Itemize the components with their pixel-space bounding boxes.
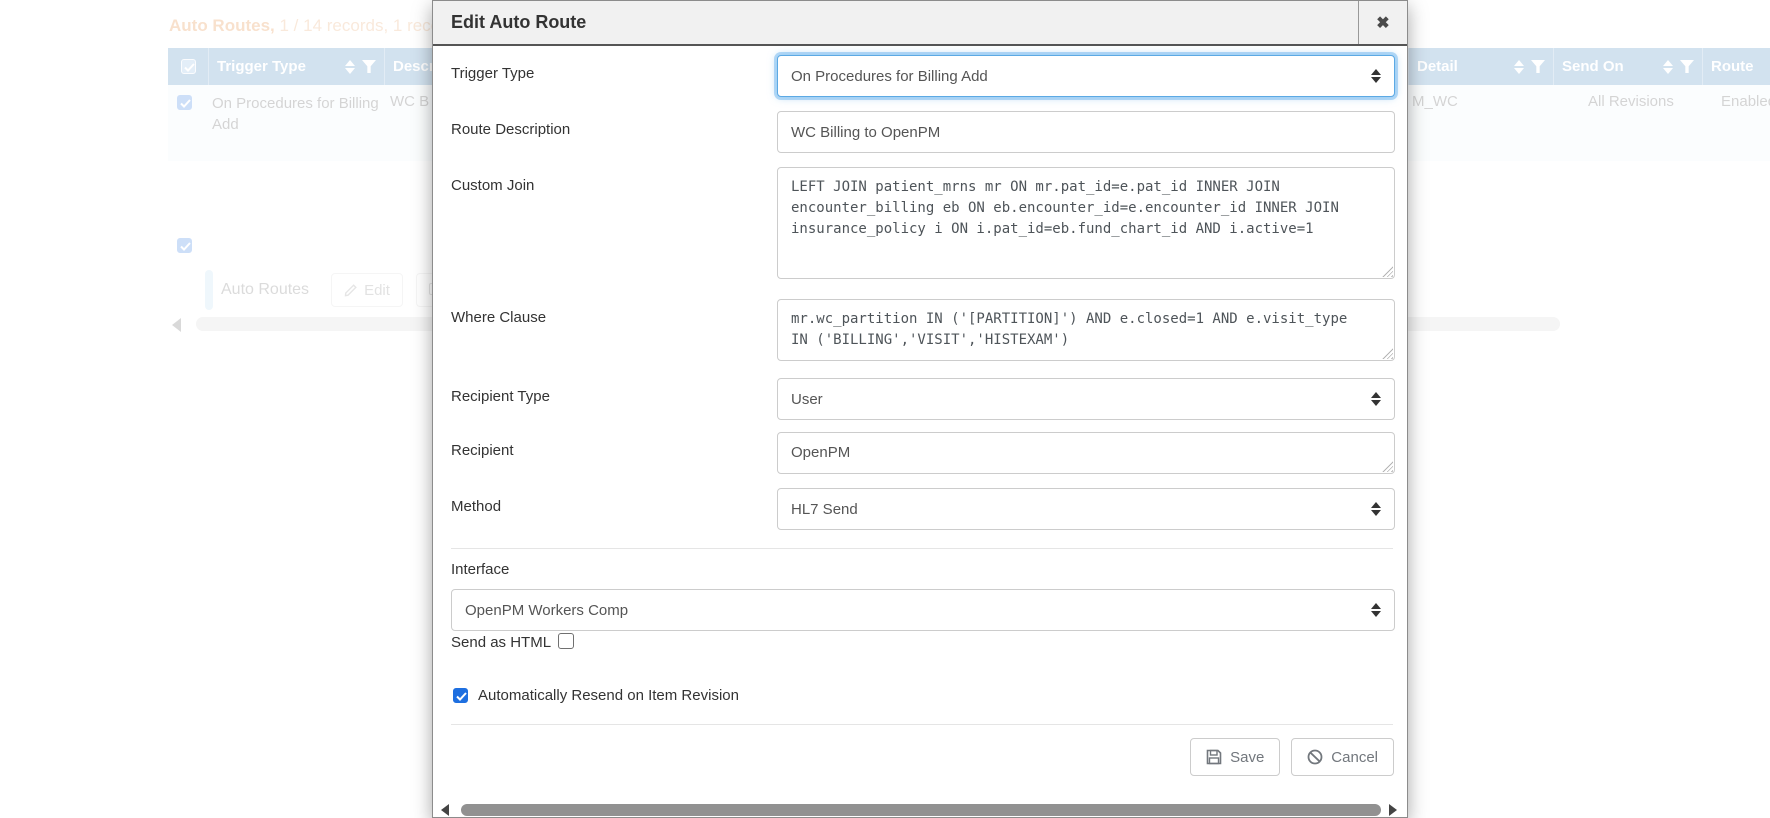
auto-resend-field: Automatically Resend on Item Revision bbox=[453, 687, 739, 704]
cancel-button[interactable]: Cancel bbox=[1291, 738, 1394, 776]
recipient-label: Recipient bbox=[451, 442, 514, 459]
method-value: HL7 Send bbox=[791, 501, 858, 518]
interface-label: Interface bbox=[451, 561, 509, 578]
divider bbox=[451, 548, 1393, 549]
cancel-slash-icon bbox=[1307, 749, 1323, 765]
auto-resend-checkbox[interactable] bbox=[453, 688, 468, 703]
route-description-label: Route Description bbox=[451, 121, 570, 138]
interface-select[interactable]: OpenPM Workers Comp bbox=[451, 589, 1395, 631]
recipient-textarea[interactable]: OpenPM bbox=[777, 432, 1395, 474]
scroll-left-icon[interactable] bbox=[441, 804, 449, 816]
dialog-title: Edit Auto Route bbox=[451, 12, 586, 33]
dialog-actions: Save Cancel bbox=[1190, 738, 1394, 776]
scroll-right-icon[interactable] bbox=[1389, 804, 1397, 816]
save-floppy-icon bbox=[1206, 749, 1222, 765]
close-icon[interactable]: ✖ bbox=[1358, 1, 1407, 44]
divider bbox=[451, 724, 1393, 725]
send-as-html-checkbox[interactable] bbox=[558, 633, 574, 649]
save-button[interactable]: Save bbox=[1190, 738, 1280, 776]
interface-value: OpenPM Workers Comp bbox=[465, 602, 628, 619]
edit-auto-route-dialog: Edit Auto Route ✖ Trigger Type On Proced… bbox=[432, 0, 1408, 818]
route-description-input[interactable] bbox=[777, 111, 1395, 153]
trigger-type-label: Trigger Type bbox=[451, 65, 534, 82]
auto-resend-label: Automatically Resend on Item Revision bbox=[478, 687, 739, 704]
method-label: Method bbox=[451, 498, 501, 515]
custom-join-textarea[interactable]: LEFT JOIN patient_mrns mr ON mr.pat_id=e… bbox=[777, 167, 1395, 279]
where-clause-textarea[interactable]: mr.wc_partition IN ('[PARTITION]') AND e… bbox=[777, 299, 1395, 361]
method-select[interactable]: HL7 Send bbox=[777, 488, 1395, 530]
select-arrows-icon bbox=[1371, 69, 1381, 83]
trigger-type-value: On Procedures for Billing Add bbox=[791, 68, 988, 85]
recipient-type-label: Recipient Type bbox=[451, 388, 550, 405]
where-clause-label: Where Clause bbox=[451, 309, 546, 326]
recipient-type-value: User bbox=[791, 391, 823, 408]
send-as-html-field: Send as HTML bbox=[451, 634, 574, 651]
send-as-html-label: Send as HTML bbox=[451, 634, 551, 651]
select-arrows-icon bbox=[1371, 392, 1381, 406]
custom-join-label: Custom Join bbox=[451, 177, 534, 194]
save-button-label: Save bbox=[1230, 749, 1264, 766]
screen: Auto Routes, 1 / 14 records, 1 record Tr… bbox=[0, 0, 1770, 818]
dialog-header: Edit Auto Route ✖ bbox=[433, 1, 1407, 46]
recipient-type-select[interactable]: User bbox=[777, 378, 1395, 420]
trigger-type-select[interactable]: On Procedures for Billing Add bbox=[777, 55, 1395, 97]
scrollbar-thumb[interactable] bbox=[461, 804, 1381, 816]
select-arrows-icon bbox=[1371, 603, 1381, 617]
dialog-horizontal-scrollbar bbox=[433, 801, 1407, 818]
cancel-button-label: Cancel bbox=[1331, 749, 1378, 766]
select-arrows-icon bbox=[1371, 502, 1381, 516]
